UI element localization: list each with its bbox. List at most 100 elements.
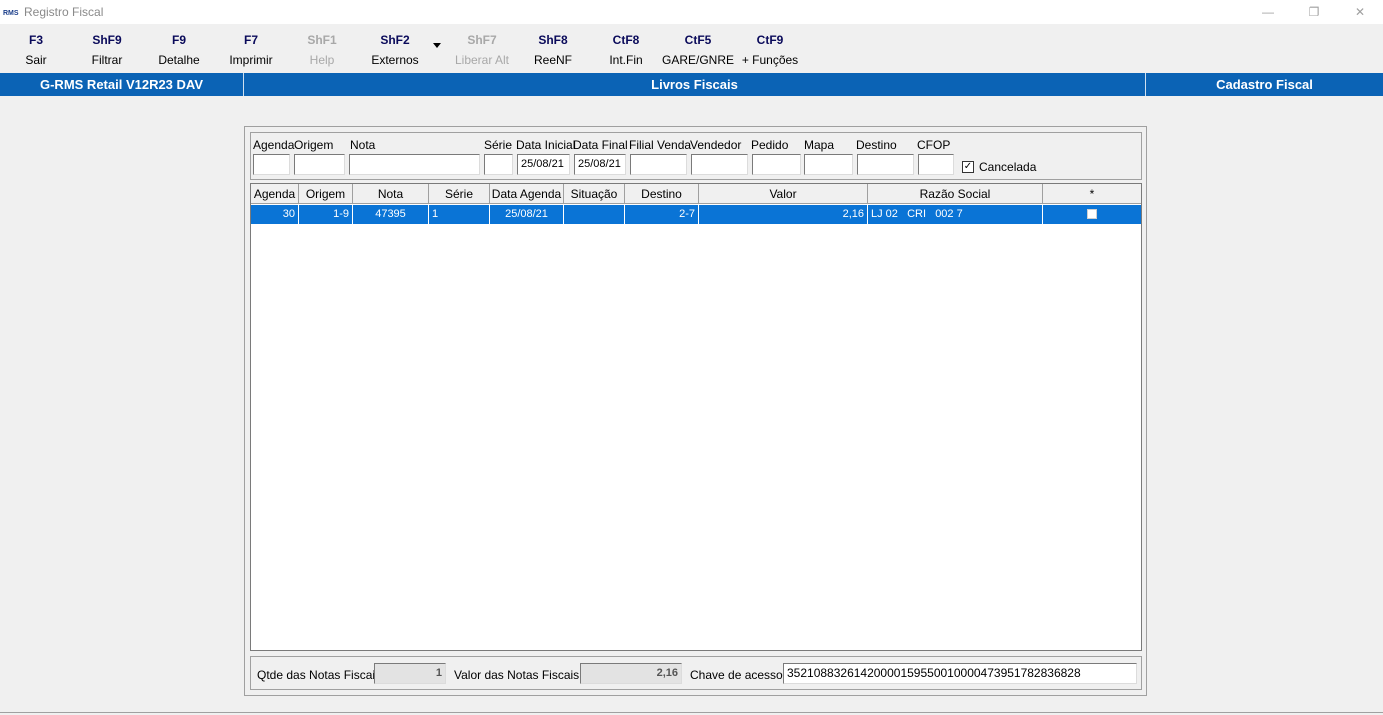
toolbar-label: + Funções [741,53,799,67]
cell-data-agenda: 25/08/21 [490,205,564,224]
toolbar-filtrar-button[interactable]: ShF9 Filtrar [71,30,143,70]
column-header-nota[interactable]: Nota [353,184,429,204]
serie-input[interactable] [484,154,513,175]
toolbar-intfin-button[interactable]: CtF8 Int.Fin [590,30,662,70]
qtde-notas-label: Qtde das Notas Fiscais: [257,668,385,682]
close-icon: ✕ [1354,5,1366,19]
cell-situacao [564,205,625,224]
restore-icon: ❐ [1308,5,1320,19]
column-header-marker[interactable]: * [1043,184,1141,204]
toolbar-key: CtF8 [612,33,640,47]
cfop-input[interactable] [918,154,954,175]
toolbar-label: Filtrar [91,53,123,67]
toolbar-externos-button[interactable]: ShF2 Externos [359,30,431,70]
agenda-input[interactable] [253,154,290,175]
cfop-label: CFOP [917,138,951,152]
toolbar-label: ReeNF [533,53,572,67]
data-inicial-input[interactable]: 25/08/21 [517,154,570,175]
serie-label: Série [484,138,513,152]
column-header-valor[interactable]: Valor [699,184,868,204]
rms-logo-icon: RMS [3,7,21,17]
pedido-label: Pedido [751,138,789,152]
column-header-origem[interactable]: Origem [299,184,353,204]
nota-label: Nota [350,138,376,152]
mapa-label: Mapa [804,138,835,152]
cell-valor: 2,16 [699,205,868,224]
qtde-notas-field: 1 [374,663,446,684]
close-button[interactable]: ✕ [1337,0,1383,24]
function-key-toolbar: F3 Sair ShF9 Filtrar F9 Detalhe F7 Impri… [0,30,1383,70]
toolbar-key: ShF2 [380,33,410,47]
toolbar-help-button[interactable]: ShF1 Help [286,30,358,70]
column-header-destino[interactable]: Destino [625,184,699,204]
module-title: Livros Fiscais [651,77,738,92]
vendedor-input[interactable] [691,154,748,175]
mapa-input[interactable] [804,154,853,175]
toolbar-label: Liberar Alt [454,53,510,67]
minimize-button[interactable]: — [1245,0,1291,24]
column-header-situacao[interactable]: Situação [564,184,625,204]
toolbar-liberar-alt-button[interactable]: ShF7 Liberar Alt [446,30,518,70]
destino-input[interactable] [857,154,914,175]
toolbar-key: ShF7 [467,33,497,47]
toolbar-label: Int.Fin [609,53,643,67]
toolbar-label: Sair [25,53,47,67]
toolbar-key: F9 [171,33,186,47]
destino-label: Destino [856,138,897,152]
toolbar-imprimir-button[interactable]: F7 Imprimir [215,30,287,70]
totals-box: Qtde das Notas Fiscais: 1 Valor das Nota… [250,656,1142,690]
chave-acesso-label: Chave de acesso: [690,668,787,682]
cell-nota: 47395 [353,205,429,224]
externos-dropdown-arrow-icon[interactable] [433,43,441,48]
window-controls: — ❐ ✕ [1245,0,1383,24]
pedido-input[interactable] [752,154,801,175]
toolbar-reenf-button[interactable]: ShF8 ReeNF [517,30,589,70]
toolbar-key: ShF9 [92,33,122,47]
cell-razao-social: LJ 02 CRI 002 7 [868,205,1043,224]
cell-agenda: 30 [251,205,299,224]
data-final-input[interactable]: 25/08/21 [574,154,626,175]
filter-box: Agenda Origem Nota Série Data Inicial Da… [250,132,1142,180]
cell-destino: 2-7 [625,205,699,224]
column-header-data-agenda[interactable]: Data Agenda [490,184,564,204]
toolbar-label: Help [309,53,335,67]
data-final-label: Data Final [573,138,628,152]
toolbar-label: Imprimir [229,53,273,67]
toolbar-label: Externos [371,53,419,67]
toolbar-gare-gnre-button[interactable]: CtF5 GARE/GNRE [656,30,740,70]
table-row[interactable]: 30 1-9 47395 1 25/08/21 2-7 2,16 LJ 02 C… [251,205,1141,224]
cancelada-label: Cancelada [979,160,1037,174]
toolbar-key: F7 [243,33,258,47]
svg-text:RMS: RMS [3,10,19,17]
toolbar-detalhe-button[interactable]: F9 Detalhe [143,30,215,70]
column-header-serie[interactable]: Série [429,184,490,204]
grid-header: Agenda Origem Nota Série Data Agenda Sit… [251,184,1141,204]
valor-notas-field: 2,16 [580,663,682,684]
toolbar-mais-funcoes-button[interactable]: CtF9 + Funções [733,30,807,70]
agenda-label: Agenda [253,138,295,152]
toolbar-sair-button[interactable]: F3 Sair [0,30,72,70]
notas-fiscais-grid: Agenda Origem Nota Série Data Agenda Sit… [250,183,1142,651]
module-header-bar: G-RMS Retail V12R23 DAV Livros Fiscais C… [0,73,1383,96]
chave-acesso-input[interactable]: 3521088326142000015955001000047395178283… [783,663,1137,684]
nota-input[interactable] [349,154,480,175]
toolbar-key: F3 [28,33,43,47]
toolbar-key: ShF1 [307,33,337,47]
cancelada-checkbox[interactable]: ✓ [962,161,974,173]
origem-input[interactable] [294,154,345,175]
window-title: Registro Fiscal [24,5,104,19]
column-header-agenda[interactable]: Agenda [251,184,299,204]
toolbar-label: GARE/GNRE [661,53,734,67]
row-marker-checkbox[interactable] [1087,209,1097,219]
valor-notas-label: Valor das Notas Fiscais: [454,668,583,682]
section-title: Cadastro Fiscal [1216,77,1313,92]
toolbar-key: ShF8 [538,33,568,47]
toolbar-label: Detalhe [158,53,200,67]
column-header-razao-social[interactable]: Razão Social [868,184,1043,204]
title-bar: RMS Registro Fiscal — ❐ ✕ [0,0,1383,24]
filial-venda-label: Filial Venda [629,138,692,152]
livros-fiscais-panel: Agenda Origem Nota Série Data Inicial Da… [244,126,1147,696]
filial-venda-input[interactable] [630,154,687,175]
restore-button[interactable]: ❐ [1291,0,1337,24]
cell-origem: 1-9 [299,205,353,224]
